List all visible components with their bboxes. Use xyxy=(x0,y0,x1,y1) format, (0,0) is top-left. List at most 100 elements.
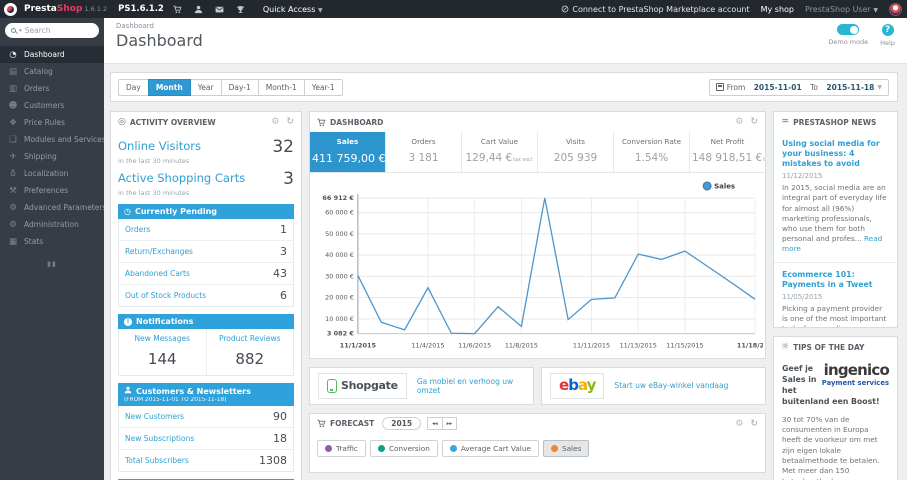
pending-row[interactable]: Return/Exchanges 3 xyxy=(119,241,293,263)
metric-number: 205 939 xyxy=(553,152,598,164)
sidebar-item-advanced-parameters[interactable]: ⚙ Advanced Parameters xyxy=(0,199,104,216)
refresh-icon[interactable]: ↻ xyxy=(286,117,294,127)
dashboard-content: Day Month Year Day-1 Month-1 Year-1 From 2015… xyxy=(104,64,907,480)
ebay-link[interactable]: Start uw eBay-winkel vandaag xyxy=(614,381,728,390)
page-header: Dashboard Dashboard Demo mode ? Help xyxy=(104,18,907,64)
sidebar-item-label: Orders xyxy=(24,84,50,93)
svg-text:11/18/201: 11/18/201 xyxy=(737,342,763,350)
metric-tab-conversion-rate[interactable]: Conversion Rate 1.54% xyxy=(614,132,690,172)
activity-panel-header: ◎ ACTIVITY OVERVIEW ⚙ ↻ xyxy=(118,117,294,127)
svg-text:11/8/2015: 11/8/2015 xyxy=(505,342,538,350)
envelope-icon[interactable] xyxy=(213,5,227,14)
range-button-year[interactable]: Year xyxy=(189,78,222,96)
metric-tab-visits[interactable]: Visits 205 939 xyxy=(538,132,614,172)
forecast-toggle-average-cart-value[interactable]: Average Cart Value xyxy=(441,439,539,457)
customers-row-label: New Subscriptions xyxy=(125,434,195,443)
range-button-year-1[interactable]: Year-1 xyxy=(303,78,343,96)
center-column: DASHBOARD ⚙ ↻ Sales411 759,00 €tax excl.… xyxy=(309,111,766,480)
notification-cell-product-reviews[interactable]: Product Reviews 882 xyxy=(207,329,294,375)
date-range-picker[interactable]: From 2015-11-01 To 2015-11-18 ▼ xyxy=(708,78,889,96)
pending-section-header: ◷ Currently Pending xyxy=(118,204,294,219)
pending-row[interactable]: Orders 1 xyxy=(119,219,293,241)
metric-value: 411 759,00 €tax excl. xyxy=(312,152,385,165)
range-button-day-1[interactable]: Day-1 xyxy=(220,78,259,96)
quick-access-menu[interactable]: Quick Access ▼ xyxy=(263,5,323,14)
svg-text:11/15/2015: 11/15/2015 xyxy=(666,342,703,350)
chevron-down-icon: ▼ xyxy=(317,6,323,14)
person-icon[interactable] xyxy=(192,5,206,14)
svg-text:11/11/2015: 11/11/2015 xyxy=(573,342,610,350)
customers-row[interactable]: New Customers 90 xyxy=(119,406,293,428)
demo-mode-toggle[interactable] xyxy=(837,24,860,35)
gear-icon[interactable]: ⚙ xyxy=(271,117,279,127)
sidebar-item-label: Preferences xyxy=(24,186,69,195)
pending-row[interactable]: Abandoned Carts 43 xyxy=(119,263,293,285)
sidebar-item-dashboard[interactable]: ◔ Dashboard xyxy=(0,46,104,63)
my-shop-link[interactable]: My shop xyxy=(761,5,794,14)
news-article-excerpt: In 2015, social media are an integral pa… xyxy=(782,183,889,253)
customers-row[interactable]: Total Subscribers 1308 xyxy=(119,450,293,471)
online-visitors-sub: in the last 30 minutes xyxy=(118,157,190,165)
active-carts: Active Shopping Carts 3 xyxy=(118,171,294,188)
module-ads: Shopgate Ga mobiel en verhoog uw omzet e… xyxy=(309,366,766,405)
metric-tab-net-profit[interactable]: Net Profit 148 918,51 €tax excl. xyxy=(690,132,765,172)
svg-text:11/4/2015: 11/4/2015 xyxy=(411,342,444,350)
sidebar-item-shipping[interactable]: ✈ Shipping xyxy=(0,148,104,165)
sales-line-chart[interactable]: 3 082 € 10 000 € 20 000 € 30 000 € 40 000 € 5… xyxy=(312,176,763,358)
notification-cell-new-messages[interactable]: New Messages 144 xyxy=(119,329,207,375)
news-article-title[interactable]: Ecommerce 101: Payments in a Tweet xyxy=(782,270,889,290)
tips-body: ingenico Payment services Geef je Sales … xyxy=(774,357,897,480)
metric-number: 129,44 € xyxy=(465,152,513,164)
forecast-prev-button[interactable]: ◂◂ xyxy=(427,417,443,431)
forecast-toggle-conversion[interactable]: Conversion xyxy=(369,439,438,457)
shop-name[interactable]: PS1.6.1.2 xyxy=(118,4,164,14)
news-list: Using social media for your business: 4 … xyxy=(774,132,897,327)
lightbulb-icon: ☼ xyxy=(781,342,790,352)
sidebar-item-orders[interactable]: ▥ Orders xyxy=(0,80,104,97)
ebay-module: ebay Start uw eBay-winkel vandaag xyxy=(541,366,766,405)
sidebar-item-customers[interactable]: ☻ Customers xyxy=(0,97,104,114)
forecast-next-button[interactable]: ▸▸ xyxy=(441,417,458,431)
search-input[interactable] xyxy=(24,26,77,35)
metric-tab-cart-value[interactable]: Cart Value 129,44 €tax excl. xyxy=(462,132,538,172)
user-avatar[interactable] xyxy=(889,2,902,16)
range-button-month-1[interactable]: Month-1 xyxy=(257,78,305,96)
sidebar-item-preferences[interactable]: ⚒ Preferences xyxy=(0,182,104,199)
sidebar-item-label: Catalog xyxy=(24,67,53,76)
marketplace-link[interactable]: Connect to PrestaShop Marketplace accoun… xyxy=(561,5,750,14)
news-article-title[interactable]: Using social media for your business: 4 … xyxy=(782,139,889,169)
prestashop-logo-icon[interactable] xyxy=(4,2,17,16)
sidebar-item-modules-and-services[interactable]: ❑ Modules and Services xyxy=(0,131,104,148)
sidebar-collapse-button[interactable]: ▮▮ xyxy=(0,260,104,268)
customers-row[interactable]: New Subscriptions 18 xyxy=(119,428,293,450)
gear-icon[interactable]: ⚙ xyxy=(735,419,743,429)
forecast-toggle-sales[interactable]: Sales xyxy=(542,439,590,457)
online-visitors: Online Visitors 32 xyxy=(118,139,294,156)
shopgate-link[interactable]: Ga mobiel en verhoog uw omzet xyxy=(417,377,525,395)
metric-tab-sales[interactable]: Sales 411 759,00 €tax excl. xyxy=(310,132,386,172)
orders-icon: ▥ xyxy=(8,83,18,94)
sidebar-item-catalog[interactable]: ▤ Catalog xyxy=(0,63,104,80)
search-scope-caret[interactable]: ▾ xyxy=(19,28,22,34)
sidebar-item-administration[interactable]: ⚙ Administration xyxy=(0,216,104,233)
forecast-year: 2015 xyxy=(382,417,422,431)
user-menu[interactable]: PrestaShop User ▼ xyxy=(805,5,878,14)
refresh-icon[interactable]: ↻ xyxy=(750,419,758,429)
online-visitors-link[interactable]: Online Visitors xyxy=(118,139,201,153)
forecast-toggle-traffic[interactable]: Traffic xyxy=(317,439,366,457)
sidebar-search[interactable]: ▾ xyxy=(5,23,99,38)
range-button-month[interactable]: Month xyxy=(147,78,191,96)
help-icon[interactable]: ? xyxy=(881,24,894,36)
sidebar-item-price-rules[interactable]: ❖ Price Rules xyxy=(0,114,104,131)
sidebar-item-localization[interactable]: ♁ Localization xyxy=(0,165,104,182)
refresh-icon[interactable]: ↻ xyxy=(750,117,758,127)
pending-row[interactable]: Out of Stock Products 6 xyxy=(119,285,293,306)
metric-tab-orders[interactable]: Orders 3 181 xyxy=(386,132,462,172)
trophy-icon[interactable] xyxy=(234,5,248,14)
sidebar-item-label: Customers xyxy=(24,101,65,110)
sidebar-item-stats[interactable]: ▦ Stats xyxy=(0,233,104,250)
active-carts-link[interactable]: Active Shopping Carts xyxy=(118,171,245,185)
range-button-day[interactable]: Day xyxy=(118,78,149,96)
cart-icon[interactable] xyxy=(171,5,185,14)
gear-icon[interactable]: ⚙ xyxy=(735,117,743,127)
